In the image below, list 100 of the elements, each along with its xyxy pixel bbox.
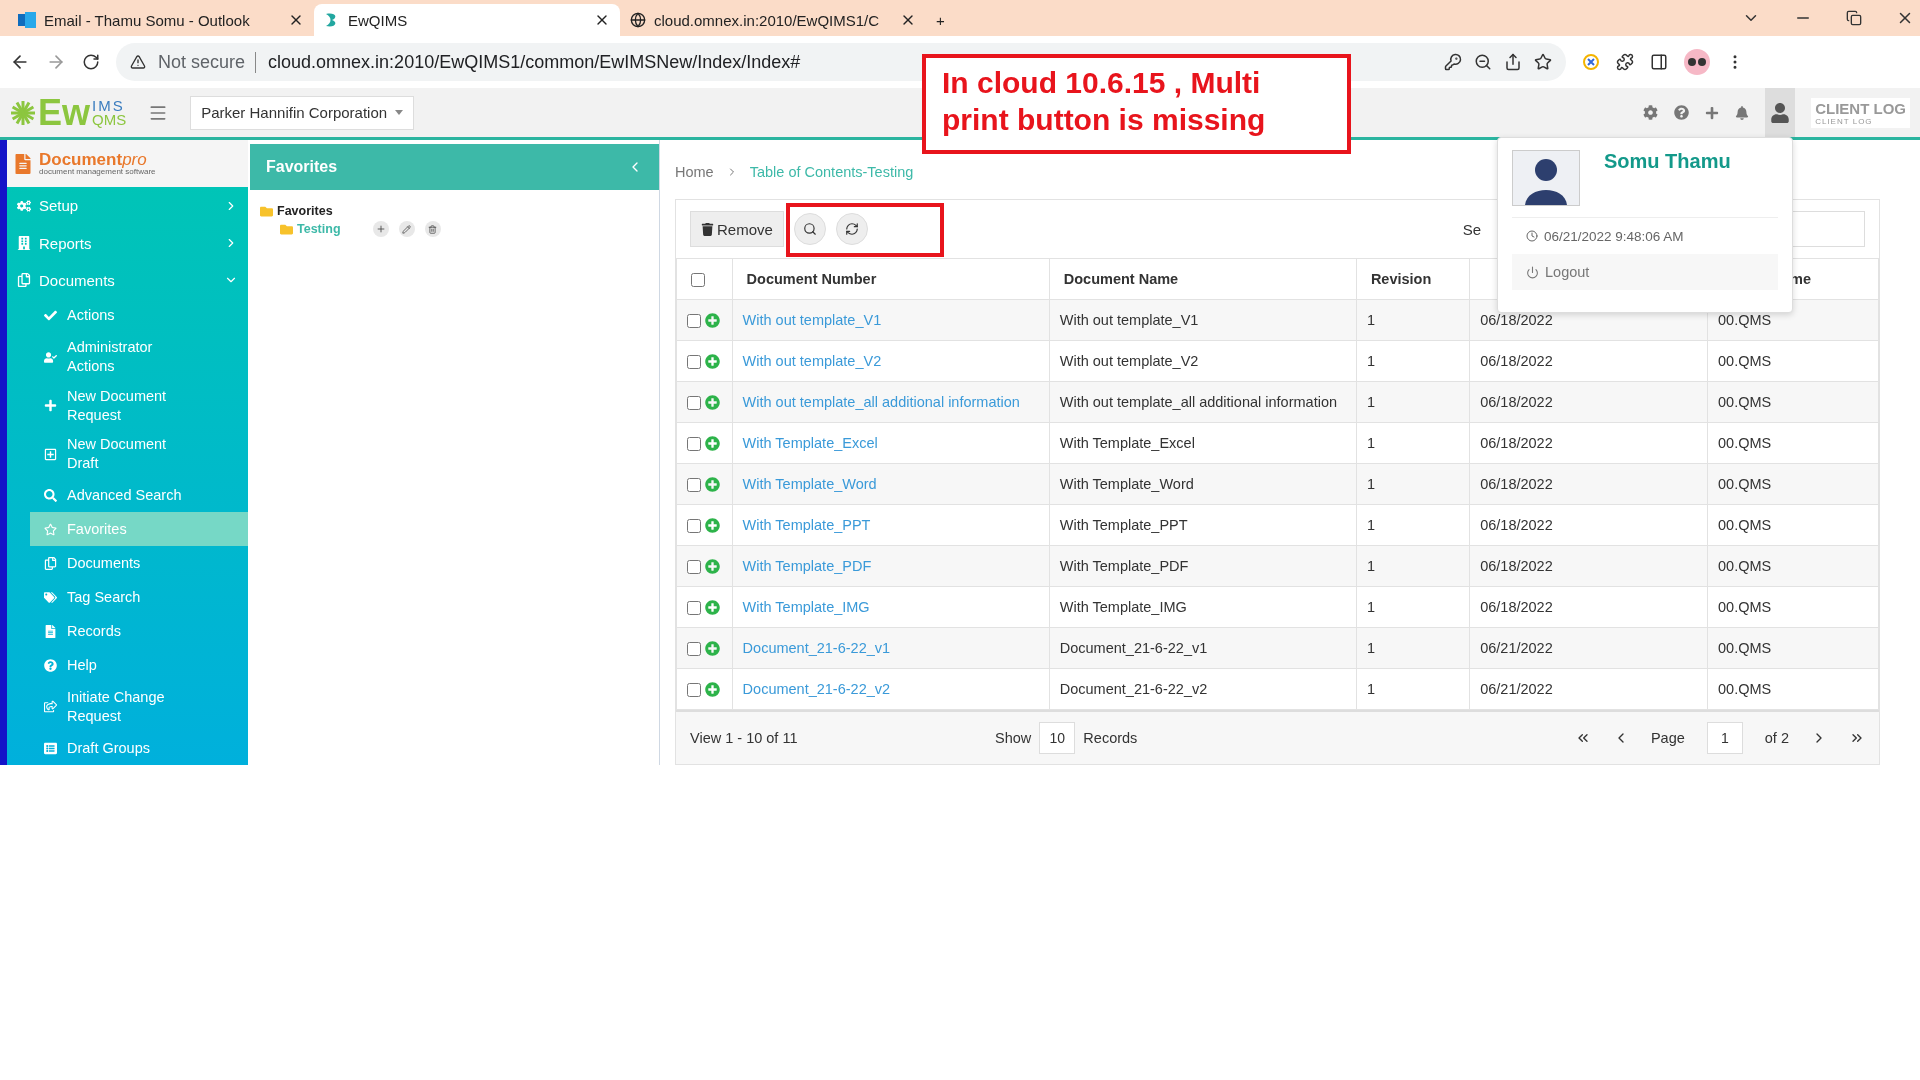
document-link[interactable]: With Template_PPT <box>742 517 871 533</box>
key-icon[interactable] <box>1444 53 1462 71</box>
record-count: View 1 - 10 of 11 <box>690 730 798 746</box>
logout-button[interactable]: Logout <box>1512 254 1778 290</box>
table-cell: 1 <box>1366 681 1375 697</box>
add-icon[interactable] <box>705 600 720 616</box>
nav-item[interactable]: Reports <box>7 224 248 262</box>
show-label: Show <box>995 730 1032 746</box>
table-cell: With out template_V1 <box>1059 312 1199 328</box>
document-link[interactable]: With out template_V2 <box>742 353 882 369</box>
restore-icon[interactable] <box>1846 10 1862 26</box>
row-checkbox[interactable] <box>687 641 701 656</box>
row-checkbox[interactable] <box>687 682 701 697</box>
nav-item[interactable]: Documents <box>7 261 248 299</box>
row-checkbox[interactable] <box>687 313 701 328</box>
remove-button[interactable]: Remove <box>690 211 784 247</box>
profile-icon[interactable] <box>1684 49 1710 75</box>
table-cell: With Template_Word <box>1059 476 1194 492</box>
nav-item[interactable]: Setup <box>7 187 248 225</box>
nav-subitem[interactable]: New Document Draft <box>30 429 248 479</box>
table-cell: 1 <box>1366 312 1375 328</box>
sidebar-icon[interactable] <box>1650 53 1668 71</box>
row-checkbox[interactable] <box>687 354 701 369</box>
warning-icon <box>130 54 146 70</box>
row-checkbox[interactable] <box>687 600 701 615</box>
reload-icon[interactable] <box>82 53 100 71</box>
table-cell: With Template_IMG <box>1059 599 1187 615</box>
row-checkbox[interactable] <box>687 518 701 533</box>
document-link[interactable]: With Template_PDF <box>742 558 872 574</box>
row-checkbox[interactable] <box>687 395 701 410</box>
nav-subitem[interactable]: Favorites <box>30 512 248 547</box>
browser-tab[interactable]: Email - Thamu Somu - Outlook <box>8 4 314 36</box>
add-icon[interactable] <box>705 518 720 534</box>
tags-icon <box>44 591 57 604</box>
add-icon[interactable] <box>705 395 720 411</box>
delete-button[interactable] <box>424 221 441 237</box>
add-icon[interactable] <box>705 559 720 575</box>
table-cell: 1 <box>1366 476 1375 492</box>
nav-subitem[interactable]: Tag Search <box>30 580 248 615</box>
bell-icon[interactable] <box>1735 105 1750 120</box>
building-icon <box>17 236 31 251</box>
settings-icon[interactable] <box>1643 105 1659 120</box>
table-cell: 06/18/2022 <box>1480 312 1553 328</box>
row-checkbox[interactable] <box>687 477 701 492</box>
caret-icon <box>395 110 404 115</box>
nav-subitem[interactable]: Documents <box>30 546 248 581</box>
row-checkbox[interactable] <box>687 559 701 574</box>
document-link[interactable]: Document_21-6-22_v1 <box>742 640 891 656</box>
add-icon[interactable] <box>705 436 720 452</box>
nav-subitem[interactable]: Initiate Change Request <box>30 682 248 731</box>
add-button[interactable] <box>372 221 389 237</box>
nav-subitem[interactable]: Records <box>30 614 248 649</box>
share-icon[interactable] <box>1504 53 1522 71</box>
add-icon[interactable] <box>705 641 720 657</box>
breadcrumb-link[interactable]: Table of Contents-Testing <box>749 163 914 180</box>
user-avatar[interactable] <box>1765 88 1796 137</box>
nav-subitem[interactable]: Help <box>30 648 248 683</box>
tree-item[interactable]: Testing <box>297 222 341 236</box>
plus-icon <box>44 399 57 413</box>
zoom-out-icon[interactable] <box>1474 53 1492 71</box>
edit-button[interactable] <box>398 221 415 237</box>
tree-item[interactable]: Favorites <box>277 204 333 218</box>
document-link[interactable]: With Template_Excel <box>742 435 878 451</box>
row-checkbox[interactable] <box>687 436 701 451</box>
search-icon <box>44 489 57 502</box>
table-cell: 06/21/2022 <box>1480 681 1553 697</box>
nav-subitem[interactable]: Administrator Actions <box>30 332 248 382</box>
nav-subitem[interactable]: Draft Groups <box>30 731 248 765</box>
document-link[interactable]: With Template_Word <box>742 476 877 492</box>
document-link[interactable]: With Template_IMG <box>742 599 870 615</box>
page-size-field[interactable]: 10 <box>1039 722 1076 754</box>
document-link[interactable]: With out template_V1 <box>742 312 882 328</box>
breadcrumb-link[interactable]: Home <box>675 163 714 180</box>
search-button[interactable] <box>793 213 826 245</box>
browser-tab[interactable]: EwQIMS <box>314 4 620 36</box>
company-dropdown[interactable]: Parker Hannifin Corporation <box>190 95 415 130</box>
add-icon[interactable] <box>705 313 720 329</box>
star-icon[interactable] <box>1534 53 1552 71</box>
help-icon[interactable] <box>1674 105 1690 120</box>
plus-icon[interactable] <box>1705 105 1720 120</box>
refresh-button[interactable] <box>835 213 868 245</box>
table-cell: 1 <box>1366 353 1375 369</box>
table-cell: 00.QMS <box>1718 599 1772 615</box>
browser-tab[interactable]: cloud.omnex.in:2010/EwQIMS1/C <box>620 4 926 36</box>
table-cell: 1 <box>1366 599 1375 615</box>
nav-subitem[interactable]: Actions <box>30 298 248 333</box>
table-cell: 1 <box>1366 435 1375 451</box>
add-icon[interactable] <box>705 477 720 493</box>
nav-subitem[interactable]: Advanced Search <box>30 478 248 513</box>
new-tab-button[interactable]: + <box>926 4 966 36</box>
document-link[interactable]: Document_21-6-22_v2 <box>742 681 891 697</box>
puzzle-icon[interactable] <box>1616 53 1634 71</box>
select-all-checkbox[interactable] <box>691 273 705 288</box>
add-icon[interactable] <box>705 682 720 698</box>
page-field[interactable]: 1 <box>1706 722 1743 754</box>
clock-icon <box>1526 230 1538 242</box>
nav-subitem[interactable]: New Document Request <box>30 381 248 430</box>
extension-icon[interactable] <box>1582 53 1600 71</box>
table-cell: 00.QMS <box>1718 558 1772 574</box>
add-icon[interactable] <box>705 354 720 370</box>
